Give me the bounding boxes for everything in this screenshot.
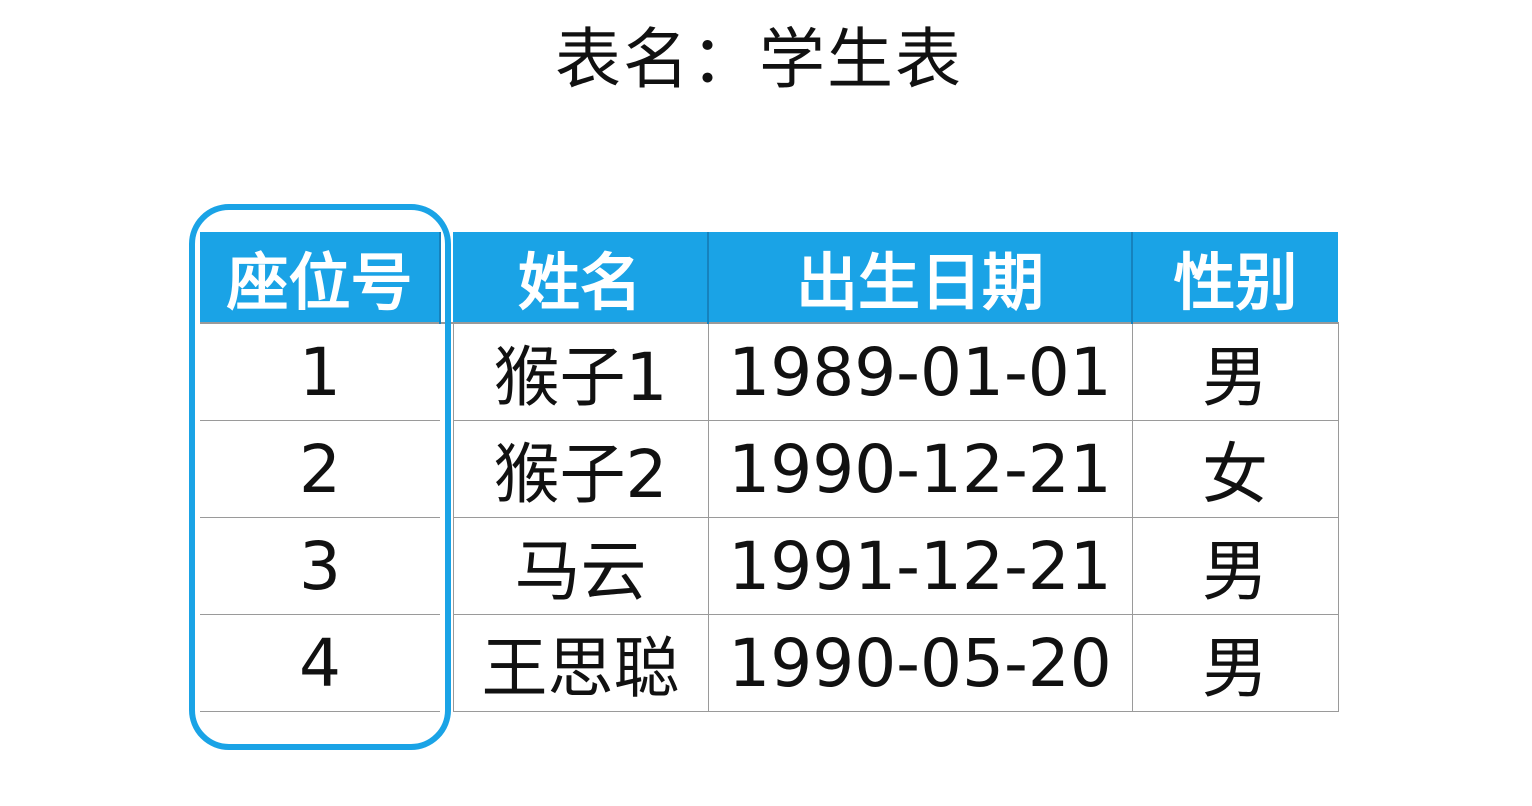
table-row: 4 王思聪 1990-05-20 男 [200,614,1339,712]
cell-seat: 4 [200,614,440,712]
cell-name: 王思聪 [453,614,709,712]
column-header-seat: 座位号 [200,232,441,323]
cell-gender: 男 [1132,322,1339,421]
table-row: 2 猴子2 1990-12-21 女 [200,420,1339,518]
table-row: 1 猴子1 1989-01-01 男 [200,322,1339,421]
page-title: 表名：学生表 [555,21,963,98]
cell-name: 马云 [453,517,709,615]
column-gap [440,420,454,518]
table-header-row: 座位号 姓名 出生日期 性别 [200,232,1338,323]
cell-seat: 2 [200,420,440,518]
cell-gender: 男 [1132,614,1339,712]
column-gap [440,232,453,323]
cell-seat: 3 [200,517,440,615]
cell-seat: 1 [200,322,440,421]
cell-name: 猴子2 [453,420,709,518]
column-header-birthdate: 出生日期 [708,232,1133,323]
cell-birthdate: 1991-12-21 [708,517,1133,615]
cell-birthdate: 1990-05-20 [708,614,1133,712]
cell-gender: 女 [1132,420,1339,518]
column-header-gender: 性别 [1132,232,1338,323]
cell-name: 猴子1 [453,322,709,421]
column-gap [440,517,454,615]
student-table: 座位号 姓名 出生日期 性别 1 猴子1 1989-01-01 男 2 猴子2 … [200,232,1339,712]
column-gap [440,322,454,421]
column-header-name: 姓名 [453,232,709,323]
cell-birthdate: 1990-12-21 [708,420,1133,518]
cell-gender: 男 [1132,517,1339,615]
table-row: 3 马云 1991-12-21 男 [200,517,1339,615]
cell-birthdate: 1989-01-01 [708,322,1133,421]
column-gap [440,614,454,712]
